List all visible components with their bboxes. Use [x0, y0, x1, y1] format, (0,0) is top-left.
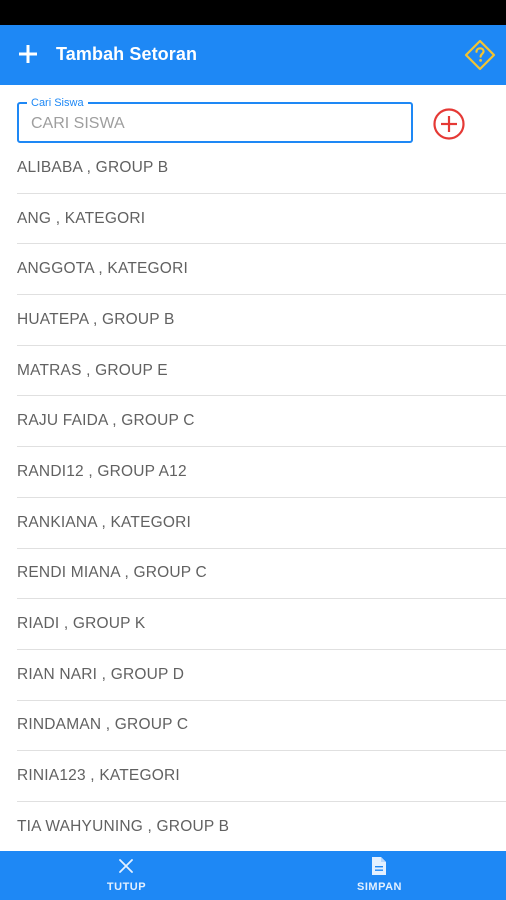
document-icon: [372, 857, 386, 875]
close-button-label: TUTUP: [106, 881, 147, 893]
list-item-label: ANGGOTA , KATEGORI: [17, 260, 188, 278]
search-box[interactable]: Cari Siswa: [17, 96, 413, 143]
list-item-label: RAJU FAIDA , GROUP C: [17, 412, 195, 430]
help-diamond-icon[interactable]: [464, 39, 496, 71]
close-button[interactable]: TUTUP: [0, 851, 253, 900]
list-item[interactable]: RANDI12 , GROUP A12: [17, 447, 506, 498]
list-item-label: ALIBABA , GROUP B: [17, 158, 169, 176]
list-item-label: TIA WAHYUNING , GROUP B: [17, 817, 230, 835]
list-item-label: MATRAS , GROUP E: [17, 361, 168, 379]
list-item-label: RINDAMAN , GROUP C: [17, 716, 189, 734]
list-item[interactable]: RANKIANA , KATEGORI: [17, 498, 506, 549]
search-label: Cari Siswa: [27, 96, 88, 110]
list-item[interactable]: HUATEPA , GROUP B: [17, 295, 506, 346]
list-item[interactable]: RINDAMAN , GROUP C: [17, 701, 506, 752]
status-bar: [0, 0, 506, 25]
student-list: ALIBABA , GROUP B ANG , KATEGORI ANGGOTA ,…: [17, 143, 506, 853]
list-item-label: ANG , KATEGORI: [17, 209, 146, 227]
list-item-label: RIAN NARI , GROUP D: [17, 665, 185, 683]
list-item[interactable]: ALIBABA , GROUP B: [17, 143, 506, 194]
list-item-label: RIADI , GROUP K: [17, 615, 146, 633]
bottom-bar: TUTUP SIMPAN: [0, 851, 506, 900]
app-bar: Tambah Setoran: [0, 25, 506, 85]
page-title: Tambah Setoran: [56, 44, 198, 64]
plus-icon[interactable]: [17, 43, 39, 65]
list-item-label: HUATEPA , GROUP B: [17, 310, 175, 328]
close-icon: [119, 859, 133, 873]
search-field: Cari Siswa: [17, 96, 413, 143]
list-item[interactable]: TIA WAHYUNING , GROUP B: [17, 802, 506, 853]
list-item[interactable]: RENDI MIANA , GROUP C: [17, 549, 506, 600]
list-item[interactable]: RAJU FAIDA , GROUP C: [17, 396, 506, 448]
save-button-label: SIMPAN: [357, 881, 402, 893]
list-item-label: RANKIANA , KATEGORI: [17, 513, 192, 531]
list-item[interactable]: RIADI , GROUP K: [17, 599, 506, 650]
search-input[interactable]: [31, 113, 391, 135]
list-item[interactable]: RINIA123 , KATEGORI: [17, 751, 506, 802]
save-button[interactable]: SIMPAN: [253, 851, 506, 900]
add-circle-icon[interactable]: [432, 107, 466, 141]
list-item-label: RENDI MIANA , GROUP C: [17, 564, 207, 582]
list-item[interactable]: ANGGOTA , KATEGORI: [17, 244, 506, 296]
list-item-label: RINIA123 , KATEGORI: [17, 767, 180, 785]
list-item-label: RANDI12 , GROUP A12: [17, 462, 187, 480]
list-item[interactable]: ANG , KATEGORI: [17, 194, 506, 245]
list-item[interactable]: MATRAS , GROUP E: [17, 346, 506, 397]
list-item[interactable]: RIAN NARI , GROUP D: [17, 650, 506, 701]
